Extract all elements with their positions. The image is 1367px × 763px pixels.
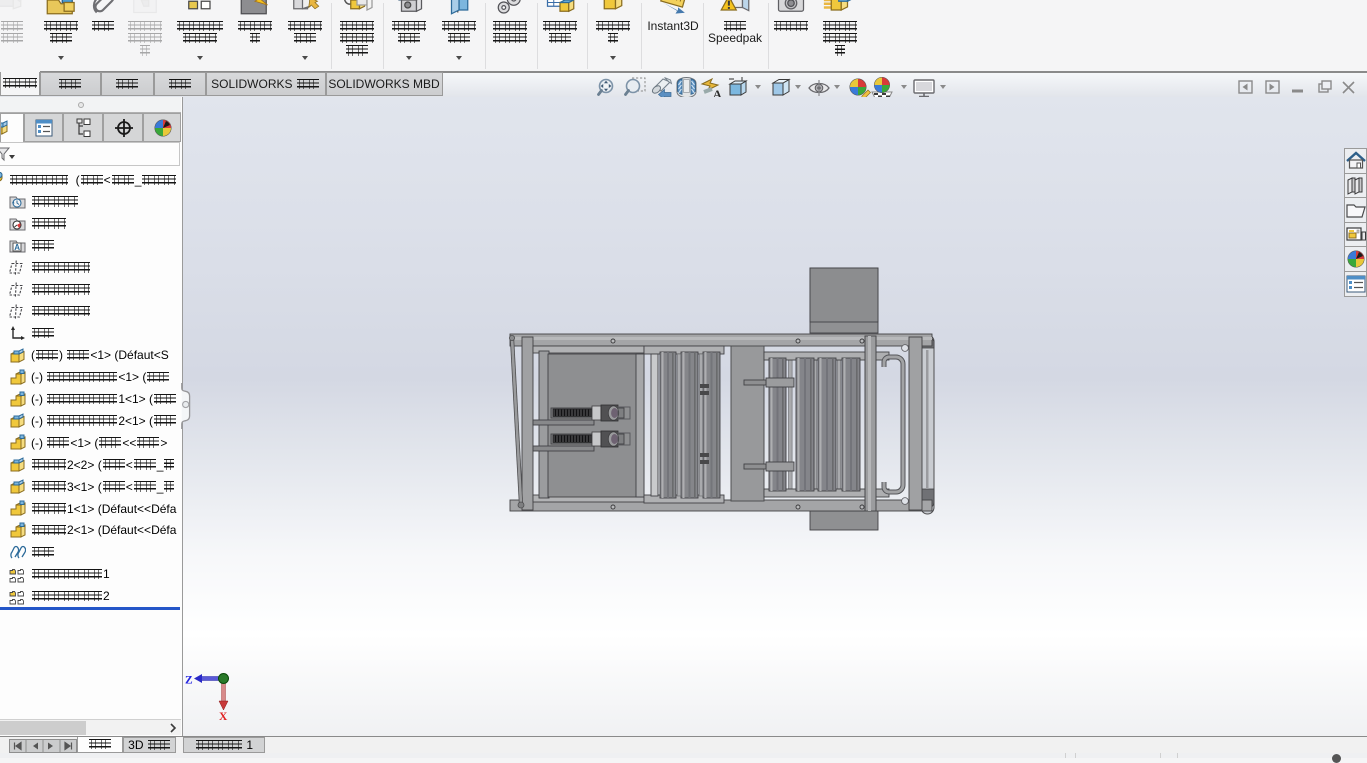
- svg-text:X: X: [219, 711, 228, 723]
- svg-text:A: A: [14, 243, 20, 252]
- svg-text:Z: Z: [185, 675, 193, 687]
